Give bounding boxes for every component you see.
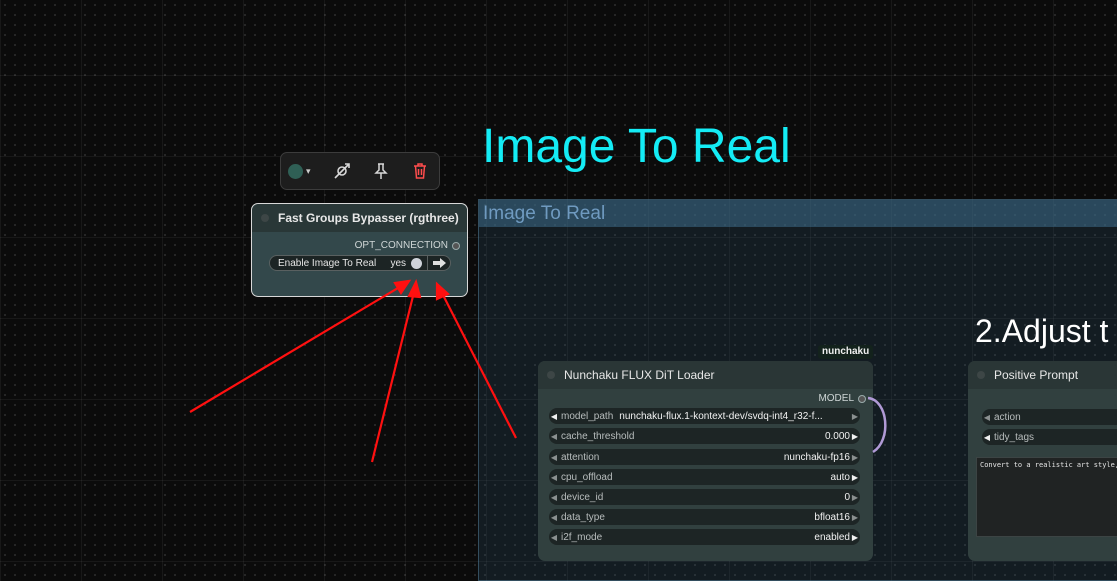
decrement-arrow-icon[interactable]: ◀ — [549, 412, 559, 421]
widget-value: nunchaku-fp16 — [783, 451, 850, 463]
output-slot[interactable]: MODEL — [818, 393, 866, 404]
widget-value: nunchaku-flux.1-kontext-dev/svdq-int4_r3… — [619, 410, 823, 422]
decrement-arrow-icon[interactable]: ◀ — [549, 453, 559, 462]
color-swatch-icon — [288, 163, 303, 179]
pin-icon — [373, 163, 388, 179]
widget-name: device_id — [561, 491, 604, 503]
collapse-dot-icon[interactable] — [261, 214, 269, 222]
decrement-arrow-icon[interactable]: ◀ — [549, 513, 559, 522]
node-badge: nunchaku — [818, 345, 874, 359]
toggle-value: yes — [390, 257, 406, 269]
widget-action[interactable]: ◀ action — [982, 409, 1117, 425]
increment-arrow-icon[interactable]: ▶ — [850, 493, 860, 502]
output-label: OPT_CONNECTION — [354, 240, 448, 251]
widget-name: data_type — [561, 511, 605, 523]
decrement-arrow-icon[interactable]: ◀ — [549, 432, 559, 441]
decrement-arrow-icon[interactable]: ◀ — [549, 473, 559, 482]
widget-name: model_path — [561, 410, 614, 422]
bypass-icon — [333, 163, 350, 179]
widget-value: 0 — [844, 491, 850, 503]
positive-prompt-node[interactable]: Positive Prompt ◀ action ◀ tidy_tags Con… — [968, 361, 1117, 561]
decrement-arrow-icon[interactable]: ◀ — [549, 493, 559, 502]
widget-name: cpu_offload — [561, 471, 613, 483]
node-header[interactable]: Nunchaku FLUX DiT Loader — [538, 361, 873, 389]
decrement-arrow-icon[interactable]: ◀ — [982, 433, 992, 442]
delete-button[interactable] — [400, 156, 439, 186]
widget-tidy-tags[interactable]: ◀ tidy_tags — [982, 429, 1117, 445]
widget-value: bfloat16 — [814, 511, 850, 523]
output-socket-icon[interactable] — [858, 394, 866, 403]
widget-model-path[interactable]: ◀ model_path nunchaku-flux.1-kontext-dev… — [549, 408, 860, 424]
widget-cache-threshold[interactable]: ◀ cache_threshold 0.000 ▶ — [549, 428, 860, 444]
widget-value: 0.000 — [824, 430, 850, 442]
annotation-arrows — [189, 278, 517, 463]
widget-attention[interactable]: ◀ attention nunchaku-fp16 ▶ — [549, 449, 860, 465]
collapse-dot-icon[interactable] — [547, 371, 555, 379]
arrow-right-icon — [432, 258, 446, 268]
chevron-down-icon: ▾ — [306, 165, 311, 176]
widget-name: tidy_tags — [994, 431, 1035, 443]
node-header[interactable]: Positive Prompt — [968, 361, 1117, 389]
widget-value: auto — [830, 471, 850, 483]
node-title: Positive Prompt — [994, 368, 1079, 382]
node-header[interactable]: Fast Groups Bypasser (rgthree) — [252, 204, 467, 232]
pin-button[interactable] — [361, 156, 400, 186]
widget-device-id[interactable]: ◀ device_id 0 ▶ — [549, 489, 860, 505]
fast-groups-bypasser-node[interactable]: Fast Groups Bypasser (rgthree) OPT_CONNE… — [251, 203, 468, 297]
selection-toolbar: ▾ — [280, 152, 440, 190]
decrement-arrow-icon[interactable]: ◀ — [982, 413, 992, 422]
increment-arrow-icon[interactable]: ▶ — [850, 513, 860, 522]
toggle-switch[interactable] — [411, 257, 422, 269]
output-socket-icon[interactable] — [452, 241, 460, 250]
output-slot[interactable]: OPT_CONNECTION — [355, 240, 460, 251]
widget-name: i2f_mode — [561, 531, 603, 543]
toggle-label: Enable Image To Real — [278, 257, 377, 269]
widget-value: enabled — [814, 531, 850, 543]
widget-i2f-mode[interactable]: ◀ i2f_mode enabled ▶ — [549, 529, 860, 545]
increment-arrow-icon[interactable]: ▶ — [850, 473, 860, 482]
node-title: Fast Groups Bypasser (rgthree) — [278, 211, 459, 225]
increment-arrow-icon[interactable]: ▶ — [850, 533, 860, 542]
group-title[interactable]: Image To Real — [479, 200, 1117, 227]
widget-name: action — [994, 411, 1021, 423]
increment-arrow-icon[interactable]: ▶ — [850, 432, 860, 441]
decrement-arrow-icon[interactable]: ◀ — [549, 533, 559, 542]
group-toggle-row[interactable]: Enable Image To Real yes — [269, 255, 451, 271]
trash-icon — [413, 163, 426, 179]
output-label: MODEL — [818, 393, 854, 404]
adjust-heading: 2.Adjust t — [975, 313, 1109, 349]
color-picker-button[interactable]: ▾ — [287, 156, 322, 186]
widget-name: cache_threshold — [561, 430, 635, 442]
nunchaku-flux-dit-loader-node[interactable]: Nunchaku FLUX DiT Loader MODEL ◀ model_p… — [538, 361, 873, 561]
widget-data-type[interactable]: ◀ data_type bfloat16 ▶ — [549, 509, 860, 525]
canvas-title: Image To Real — [482, 120, 791, 173]
bypass-button[interactable] — [322, 156, 361, 186]
goto-group-button[interactable] — [427, 255, 450, 271]
prompt-textarea[interactable]: Convert to a realistic art style, — [976, 457, 1117, 537]
node-title: Nunchaku FLUX DiT Loader — [564, 368, 715, 382]
increment-arrow-icon[interactable]: ▶ — [850, 453, 860, 462]
widget-cpu-offload[interactable]: ◀ cpu_offload auto ▶ — [549, 469, 860, 485]
widget-name: attention — [561, 451, 600, 463]
increment-arrow-icon[interactable]: ▶ — [850, 412, 860, 421]
collapse-dot-icon[interactable] — [977, 371, 985, 379]
